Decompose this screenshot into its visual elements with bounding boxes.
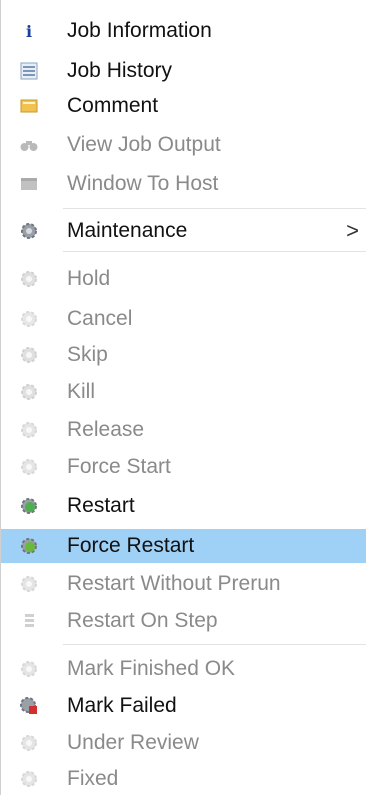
menu-item-window-to-host[interactable]: Window To Host: [1, 167, 366, 201]
menu-item-restart-on-step[interactable]: Restart On Step: [1, 604, 366, 638]
menu-item-label: Kill: [67, 380, 96, 403]
restart-gear-icon: [19, 497, 39, 515]
kill-gear-icon: [19, 383, 39, 401]
menu-item-label: Window To Host: [67, 172, 219, 195]
under-review-gear-icon: [19, 734, 39, 752]
menu-item-label: Release: [67, 418, 145, 441]
menu-item-under-review[interactable]: Under Review: [1, 726, 366, 760]
menu-item-label: Fixed: [67, 767, 119, 790]
menu-item-label: Skip: [67, 343, 108, 366]
menu-item-label: Under Review: [67, 731, 199, 754]
menu-item-label: Job History: [67, 59, 173, 82]
gear-icon: [19, 222, 39, 240]
mark-failed-gear-icon: [19, 697, 39, 715]
menu-separator: [63, 208, 366, 209]
history-icon: [19, 62, 39, 80]
menu-item-restart[interactable]: Restart: [1, 489, 366, 523]
menu-item-kill[interactable]: Kill: [1, 375, 366, 409]
menu-item-comment[interactable]: Comment: [1, 89, 366, 123]
menu-separator: [63, 644, 366, 645]
menu-item-label: Comment: [67, 94, 159, 117]
menu-item-label: Mark Finished OK: [67, 657, 236, 680]
menu-item-job-history[interactable]: Job History: [1, 54, 366, 88]
hold-gear-icon: [19, 270, 39, 288]
fixed-gear-icon: [19, 770, 39, 788]
menu-separator: [63, 251, 366, 252]
skip-gear-icon: [19, 346, 39, 364]
svg-text:i: i: [26, 22, 32, 40]
menu-item-label: Restart: [67, 494, 135, 517]
menu-item-label: Restart On Step: [67, 609, 218, 632]
menu-item-skip[interactable]: Skip: [1, 338, 366, 372]
menu-item-view-job-output[interactable]: View Job Output: [1, 128, 366, 162]
force-start-gear-icon: [19, 458, 39, 476]
menu-item-hold[interactable]: Hold: [1, 262, 366, 296]
menu-item-label: Force Restart: [67, 534, 195, 557]
menu-item-maintenance[interactable]: Maintenance >: [1, 214, 366, 248]
context-menu: i Job Information Job History Comment Vi…: [0, 0, 366, 795]
comment-icon: [19, 97, 39, 115]
mark-finished-gear-icon: [19, 660, 39, 678]
menu-item-label: Restart Without Prerun: [67, 572, 281, 595]
menu-item-mark-finished-ok[interactable]: Mark Finished OK: [1, 652, 366, 686]
release-gear-icon: [19, 421, 39, 439]
menu-item-force-start[interactable]: Force Start: [1, 450, 366, 484]
restart-without-prerun-gear-icon: [19, 575, 39, 593]
menu-item-force-restart[interactable]: Force Restart: [1, 529, 366, 563]
menu-item-label: Job Information: [67, 19, 212, 42]
force-restart-gear-icon: [19, 537, 39, 555]
menu-item-job-information[interactable]: i Job Information: [1, 14, 366, 48]
menu-item-label: Hold: [67, 267, 111, 290]
info-icon: i: [19, 22, 39, 40]
binoculars-icon: [19, 136, 39, 154]
menu-item-label: Force Start: [67, 455, 171, 478]
menu-item-mark-failed[interactable]: Mark Failed: [1, 689, 366, 723]
menu-item-fixed[interactable]: Fixed: [1, 762, 366, 796]
menu-item-cancel[interactable]: Cancel: [1, 302, 366, 336]
restart-on-step-icon: [19, 612, 39, 630]
menu-item-label: Cancel: [67, 307, 133, 330]
window-icon: [19, 175, 39, 193]
menu-item-label: Maintenance: [67, 219, 188, 242]
submenu-chevron-icon: >: [346, 218, 359, 243]
cancel-gear-icon: [19, 310, 39, 328]
menu-item-label: View Job Output: [67, 133, 221, 156]
menu-item-release[interactable]: Release: [1, 413, 366, 447]
menu-item-label: Mark Failed: [67, 694, 177, 717]
menu-item-restart-without-prerun[interactable]: Restart Without Prerun: [1, 567, 366, 601]
